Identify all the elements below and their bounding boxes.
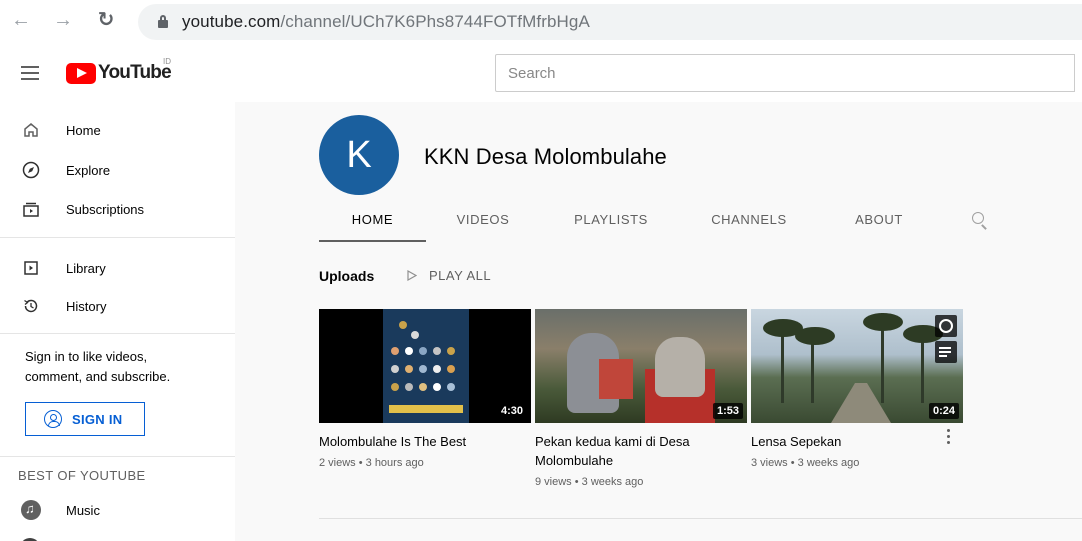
signin-prompt: Sign in to like videos, comment, and sub…: [25, 349, 171, 384]
url-text[interactable]: youtube.com/channel/UCh7K6Phs8744FOTfMfr…: [182, 12, 590, 32]
tab-home[interactable]: HOME: [319, 202, 426, 242]
sidebar-item-label: Library: [66, 260, 106, 276]
sidebar-divider: [0, 456, 235, 457]
tab-about[interactable]: ABOUT: [824, 202, 934, 242]
address-bar[interactable]: youtube.com/channel/UCh7K6Phs8744FOTfMfr…: [138, 4, 1082, 40]
sidebar-item-label: Explore: [66, 162, 111, 178]
play-all-button[interactable]: PLAY ALL: [407, 268, 491, 283]
sign-in-button[interactable]: SIGN IN: [25, 402, 145, 436]
url-host: youtube.com: [182, 12, 281, 31]
youtube-header: YouTube ID: [0, 44, 1082, 102]
browser-toolbar: ← → ↻ youtube.com/channel/UCh7K6Phs8744F…: [0, 0, 1082, 44]
sidebar-item-label: Home: [66, 122, 101, 138]
history-icon: [20, 295, 42, 317]
channel-search-icon[interactable]: [971, 211, 991, 231]
sidebar-divider: [0, 333, 235, 334]
play-all-label: PLAY ALL: [429, 268, 492, 283]
tab-playlists[interactable]: PLAYLISTS: [551, 202, 671, 242]
sidebar-item-explore[interactable]: Explore: [0, 150, 235, 190]
video-title[interactable]: Molombulahe Is The Best: [319, 432, 509, 451]
youtube-logo[interactable]: YouTube ID: [66, 57, 172, 84]
lock-icon: [158, 15, 168, 28]
sidebar-item-music[interactable]: Music: [0, 490, 235, 530]
video-card[interactable]: 4:30 Molombulahe Is The Best 2 views • 3…: [319, 309, 531, 469]
sidebar-item-label: Subscriptions: [66, 201, 145, 217]
account-icon: [44, 410, 62, 428]
sidebar-item-subscriptions[interactable]: Subscriptions: [0, 189, 235, 229]
video-thumbnail[interactable]: 0:24: [751, 309, 963, 423]
url-path: /channel/UCh7K6Phs8744FOTfMfrbHgA: [280, 12, 590, 31]
sign-in-label: SIGN IN: [72, 411, 123, 427]
sidebar-item-label: History: [66, 298, 107, 314]
video-title[interactable]: Pekan kedua kami di Desa Molombulahe: [535, 432, 725, 470]
video-duration: 4:30: [496, 403, 527, 419]
subscriptions-icon: [20, 198, 42, 220]
channel-avatar[interactable]: K: [319, 115, 399, 195]
back-arrow-icon[interactable]: ←: [10, 9, 32, 31]
reload-icon[interactable]: ↻: [95, 9, 117, 31]
search-input[interactable]: [496, 55, 1074, 91]
watch-later-icon[interactable]: [935, 315, 957, 337]
uploads-section: Uploads PLAY ALL 4:30 Molombulahe Is The…: [235, 242, 1082, 541]
library-icon: [20, 257, 42, 279]
add-to-queue-icon[interactable]: [935, 341, 957, 363]
menu-icon[interactable]: [21, 66, 39, 80]
video-title[interactable]: Lensa Sepekan: [751, 432, 941, 451]
sidebar: Home Explore Subscriptions Library Histo…: [0, 102, 235, 541]
youtube-play-logo-icon: [66, 62, 96, 84]
sidebar-item-history[interactable]: History: [0, 286, 235, 326]
home-icon: [20, 119, 42, 141]
sidebar-item-library[interactable]: Library: [0, 248, 235, 288]
best-of-youtube-heading: BEST OF YOUTUBE: [18, 468, 146, 483]
compass-icon: [20, 159, 42, 181]
music-icon: [20, 499, 42, 521]
video-duration: 1:53: [712, 403, 743, 419]
channel-header: K KKN Desa Molombulahe HOME VIDEOS PLAYL…: [235, 102, 1082, 242]
more-options-icon[interactable]: [947, 429, 951, 445]
main-content: K KKN Desa Molombulahe HOME VIDEOS PLAYL…: [235, 102, 1082, 541]
forward-arrow-icon[interactable]: →: [52, 9, 74, 31]
video-meta: 9 views • 3 weeks ago: [535, 476, 644, 488]
sidebar-item-home[interactable]: Home: [0, 110, 235, 150]
sidebar-divider: [0, 237, 235, 238]
logo-text: YouTube: [98, 62, 172, 83]
video-card[interactable]: 0:24 Lensa Sepekan 3 views • 3 weeks ago: [751, 309, 963, 469]
video-meta: 3 views • 3 weeks ago: [751, 457, 860, 469]
search-box[interactable]: [495, 54, 1075, 92]
video-card[interactable]: 1:53 Pekan kedua kami di Desa Molombulah…: [535, 309, 747, 488]
section-divider: [319, 518, 1082, 519]
video-duration: 0:24: [928, 403, 959, 419]
uploads-title[interactable]: Uploads: [319, 268, 374, 284]
channel-name: KKN Desa Molombulahe: [424, 144, 667, 169]
tab-channels[interactable]: CHANNELS: [689, 202, 809, 242]
logo-country-code: ID: [163, 57, 171, 66]
video-meta: 2 views • 3 hours ago: [319, 457, 424, 469]
play-outline-icon: [407, 270, 417, 281]
video-thumbnail[interactable]: 4:30: [319, 309, 531, 423]
tab-videos[interactable]: VIDEOS: [433, 202, 533, 242]
video-thumbnail[interactable]: 1:53: [535, 309, 747, 423]
sidebar-item-label: Music: [66, 502, 100, 518]
